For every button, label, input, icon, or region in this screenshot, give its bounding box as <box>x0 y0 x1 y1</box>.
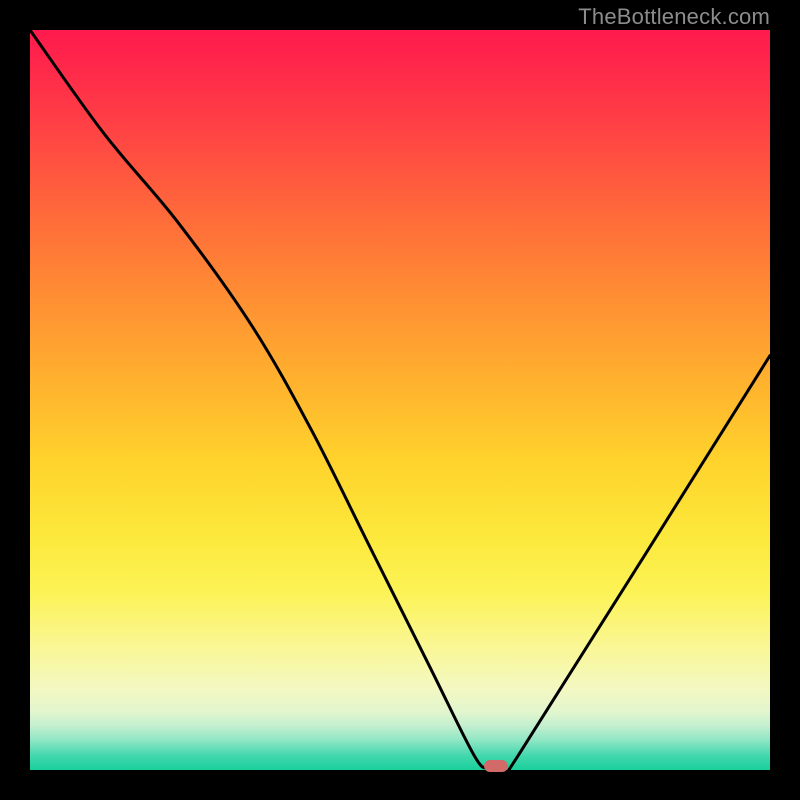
min-marker <box>484 760 508 772</box>
curve-svg <box>30 30 770 770</box>
plot-area <box>30 30 770 770</box>
bottleneck-curve-path <box>30 30 770 770</box>
watermark-text: TheBottleneck.com <box>578 4 770 30</box>
chart-container: TheBottleneck.com <box>0 0 800 800</box>
